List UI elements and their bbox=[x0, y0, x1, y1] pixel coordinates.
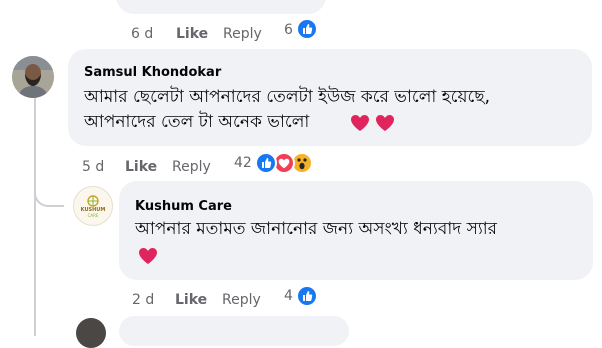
like-icon[interactable] bbox=[255, 152, 277, 174]
avatar[interactable] bbox=[76, 318, 106, 348]
next-comment-bubble bbox=[119, 316, 349, 346]
comment-text-line-1: আমার ছেলেটা আপনাদের তেলটা ইউজ করে ভালো হ… bbox=[84, 87, 491, 107]
comment-reply-button[interactable]: Reply bbox=[172, 158, 211, 176]
heart-emoji bbox=[138, 247, 158, 269]
logo-subtext: CARE bbox=[87, 213, 99, 218]
reply-time[interactable]: 2 d bbox=[132, 291, 154, 309]
previous-comment-reply-button[interactable]: Reply bbox=[223, 25, 262, 43]
reply-reaction-count[interactable]: 4 bbox=[284, 287, 293, 305]
reply-like-button[interactable]: Like bbox=[175, 291, 207, 309]
thread-line bbox=[34, 96, 36, 336]
previous-comment-bubble bbox=[116, 0, 326, 14]
thread-connector bbox=[34, 181, 64, 207]
reply-author[interactable]: Kushum Care bbox=[135, 199, 232, 215]
reply-text: আপনার মতামত জানানোর জন্য অসংখ্য ধন্যবাদ … bbox=[135, 219, 498, 239]
comment-time[interactable]: 5 d bbox=[82, 158, 104, 176]
comment-author[interactable]: Samsul Khondokar bbox=[84, 65, 221, 81]
avatar[interactable] bbox=[12, 56, 54, 98]
previous-comment-like-button[interactable]: Like bbox=[176, 25, 208, 43]
comment-text-line-2: আপনাদের তেল টা অনেক ভালো bbox=[84, 109, 309, 135]
heart-emoji bbox=[375, 114, 395, 136]
like-icon[interactable] bbox=[296, 285, 318, 307]
kushum-care-logo-icon bbox=[87, 195, 99, 207]
heart-emoji bbox=[350, 114, 370, 136]
comment-text: আপনাদের তেল টা অনেক ভালো bbox=[84, 112, 310, 132]
profile-photo-icon bbox=[12, 56, 54, 98]
comment-like-button[interactable]: Like bbox=[125, 158, 157, 176]
previous-comment-actions: 6 d bbox=[131, 25, 153, 43]
reply-reply-button[interactable]: Reply bbox=[222, 291, 261, 309]
previous-comment-reaction-count[interactable]: 6 bbox=[284, 21, 293, 39]
comment-reaction-count[interactable]: 42 bbox=[234, 154, 252, 172]
avatar[interactable]: KUSHUM CARE bbox=[73, 186, 113, 226]
previous-comment-time[interactable]: 6 d bbox=[131, 26, 153, 42]
like-icon[interactable] bbox=[296, 18, 318, 40]
